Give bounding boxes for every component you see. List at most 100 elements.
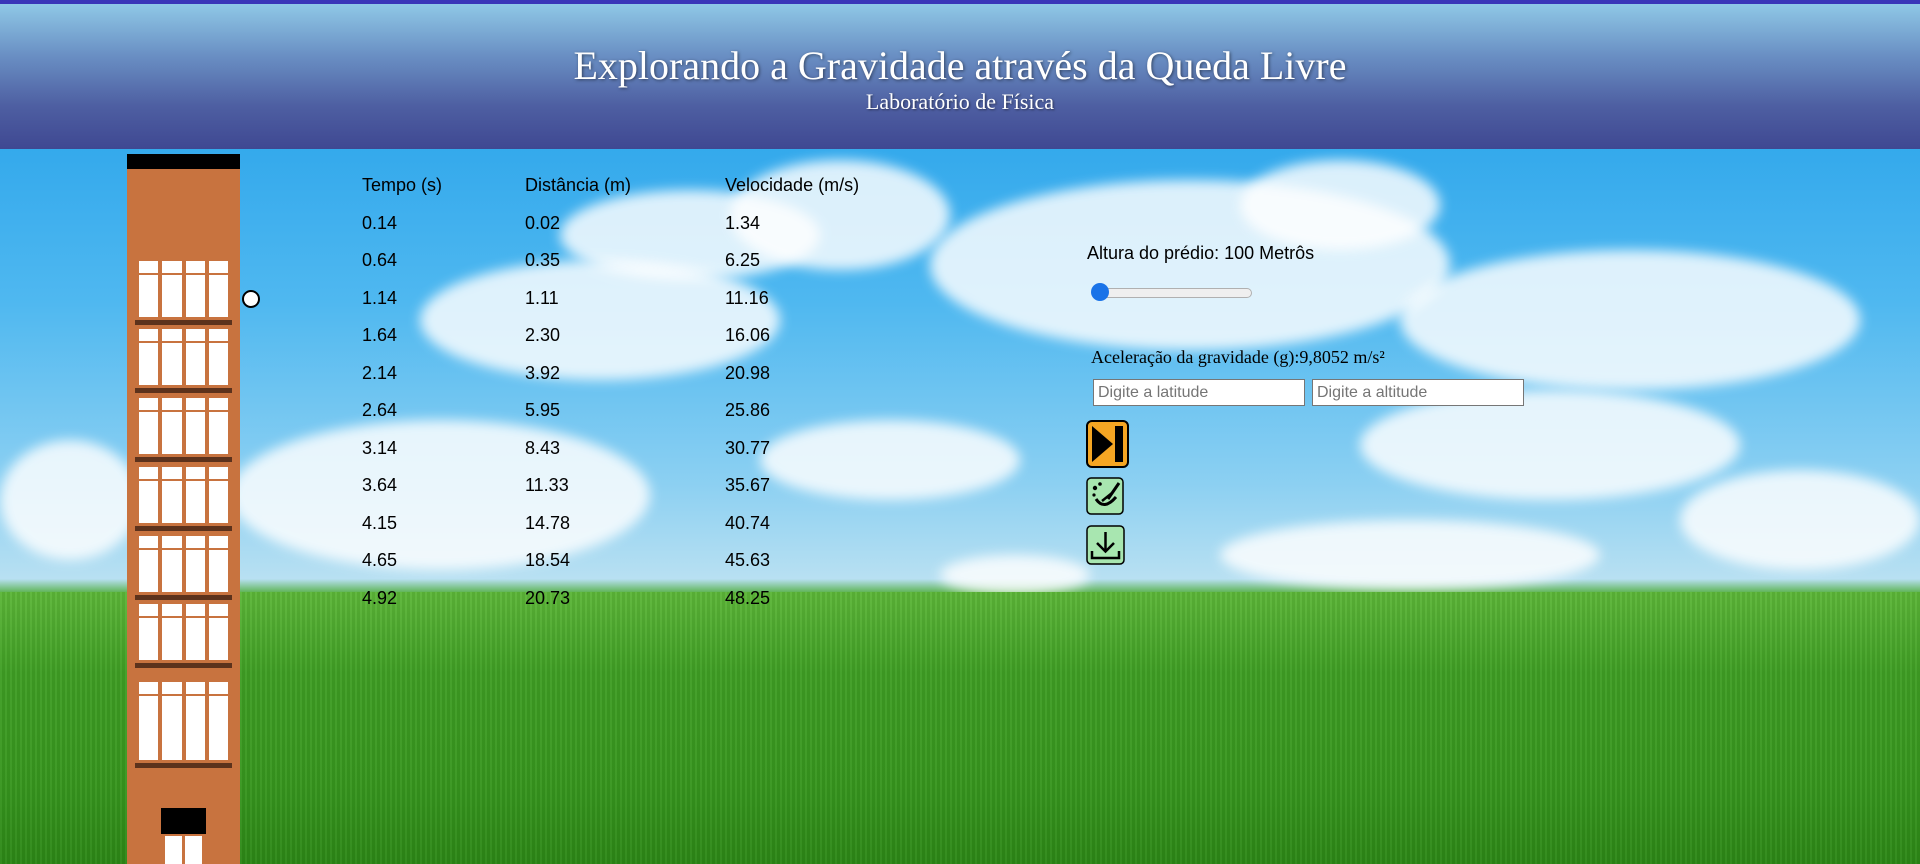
cell-distancia: 5.95 (525, 400, 561, 421)
building-window (162, 604, 182, 660)
cell-distancia: 20.73 (525, 587, 571, 608)
cell-distancia: 0.35 (525, 250, 561, 271)
cell-distancia: 2.30 (525, 325, 561, 346)
cell-velocidade: 40.74 (725, 512, 771, 533)
page-header: Explorando a Gravidade através da Queda … (0, 0, 1920, 149)
building-window (162, 398, 182, 454)
cell-velocidade: 35.67 (725, 475, 771, 496)
cell-velocidade: 1.34 (725, 212, 761, 233)
cloud (940, 555, 1090, 595)
cell-tempo: 4.15 (362, 512, 398, 533)
download-button[interactable] (1086, 525, 1125, 565)
building-window (208, 467, 229, 523)
table-body: 0.14 0.02 1.34 0.64 0.35 6.25 1.14 1.11 11.16 1.6… (362, 205, 885, 618)
building-window (185, 604, 206, 660)
cloud (1680, 470, 1920, 570)
cloud (1400, 250, 1860, 390)
cell-velocidade: 20.98 (725, 362, 771, 383)
table-row: 0.64 0.35 6.25 (362, 242, 885, 280)
building-window (208, 398, 229, 454)
table-row: 4.65 18.54 45.63 (362, 542, 885, 580)
cell-distancia: 8.43 (525, 437, 561, 458)
cell-tempo: 1.64 (362, 325, 398, 346)
building-window (208, 329, 229, 385)
cell-velocidade: 6.25 (725, 250, 761, 271)
building-window (185, 261, 206, 317)
building-window (162, 261, 182, 317)
download-icon (1086, 525, 1125, 565)
cell-distancia: 1.11 (525, 287, 559, 308)
table-row: 1.64 2.30 16.06 (362, 317, 885, 355)
building-window (162, 682, 182, 760)
building-window (162, 329, 182, 385)
cell-distancia: 18.54 (525, 550, 571, 571)
cell-tempo: 0.14 (362, 212, 398, 233)
cell-velocidade: 48.25 (725, 587, 771, 608)
cell-velocidade: 11.16 (725, 287, 769, 308)
table-row: 3.64 11.33 35.67 (362, 467, 885, 505)
broom-clean-icon (1086, 477, 1124, 515)
cloud (1360, 390, 1740, 500)
cloud (1220, 520, 1600, 590)
building-window (139, 604, 159, 660)
height-slider-thumb[interactable] (1091, 283, 1109, 301)
cell-tempo: 1.14 (362, 287, 398, 308)
cell-distancia: 3.92 (525, 362, 561, 383)
altitude-input[interactable] (1312, 379, 1524, 406)
building-window (208, 604, 229, 660)
cell-tempo: 0.64 (362, 250, 398, 271)
cell-velocidade: 45.63 (725, 550, 771, 571)
building-window (162, 536, 182, 592)
height-slider-track[interactable] (1092, 288, 1252, 298)
cell-velocidade: 25.86 (725, 400, 771, 421)
building-window (139, 329, 159, 385)
building-window (208, 536, 229, 592)
building-window (162, 467, 182, 523)
building-window (185, 467, 206, 523)
building-door (165, 836, 202, 864)
page-title: Explorando a Gravidade através da Queda … (573, 43, 1347, 88)
building-window (185, 536, 206, 592)
page-subtitle: Laboratório de Física (865, 89, 1055, 114)
table-row: 2.14 3.92 20.98 (362, 355, 885, 393)
falling-ball[interactable] (242, 290, 260, 308)
cell-tempo: 4.65 (362, 550, 398, 571)
building (127, 154, 240, 864)
cell-tempo: 4.92 (362, 587, 398, 608)
latitude-input[interactable] (1093, 379, 1305, 406)
building-window (139, 467, 159, 523)
table-header-row: Tempo (s) Distância (m) Velocidade (m/s) (362, 167, 885, 205)
gravity-label: Aceleração da gravidade (g):9,8052 m/s² (1091, 347, 1385, 367)
building-window (139, 261, 159, 317)
cell-tempo: 3.64 (362, 475, 398, 496)
cell-tempo: 2.64 (362, 400, 398, 421)
table-row: 3.14 8.43 30.77 (362, 430, 885, 468)
building-roof (127, 154, 240, 169)
table-row: 4.15 14.78 40.74 (362, 505, 885, 543)
table-row: 1.14 1.11 11.16 (362, 280, 885, 318)
clear-button[interactable] (1086, 477, 1124, 515)
cell-velocidade: 16.06 (725, 325, 771, 346)
table-row: 2.64 5.95 25.86 (362, 392, 885, 430)
play-button[interactable] (1086, 420, 1129, 468)
cell-distancia: 0.02 (525, 212, 561, 233)
building-window (139, 398, 159, 454)
cell-distancia: 11.33 (525, 475, 569, 496)
cloud (0, 440, 140, 560)
table-row: 4.92 20.73 48.25 (362, 580, 885, 618)
building-window (139, 682, 159, 760)
header-velocidade: Velocidade (m/s) (725, 175, 860, 196)
cell-tempo: 2.14 (362, 362, 398, 383)
building-window (208, 682, 229, 760)
grass-ground (0, 592, 1920, 864)
building-window (185, 398, 206, 454)
building-window (208, 261, 229, 317)
building-window (185, 682, 206, 760)
table-row: 0.14 0.02 1.34 (362, 205, 885, 243)
cell-velocidade: 30.77 (725, 437, 771, 458)
header-tempo: Tempo (s) (362, 175, 443, 196)
building-window (185, 329, 206, 385)
door-awning (161, 808, 206, 834)
building-window (139, 536, 159, 592)
play-skip-icon (1086, 420, 1129, 468)
